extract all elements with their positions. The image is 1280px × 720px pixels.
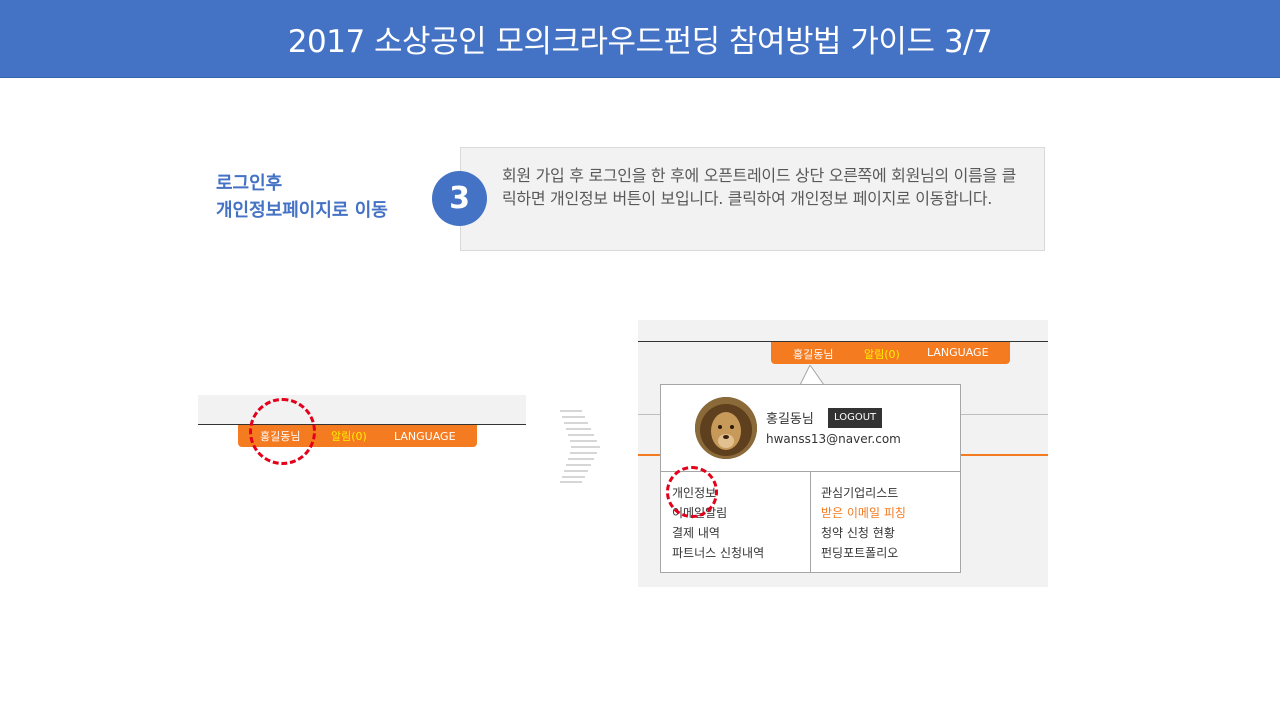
small-alarm-link[interactable]: 알림(0) — [331, 428, 367, 444]
menu-item-subscription-status[interactable]: 청약 신청 현황 — [821, 523, 906, 543]
menu-item-partners[interactable]: 파트너스 신청내역 — [672, 543, 764, 563]
alarm-link[interactable]: 알림(0) — [864, 346, 900, 362]
step-label-line1: 로그인후 — [216, 173, 283, 194]
menu-item-watchlist[interactable]: 관심기업리스트 — [821, 483, 906, 503]
chevron-right-icon — [560, 410, 600, 483]
step-label: 로그인후 개인정보페이지로 이동 — [216, 170, 436, 224]
menu-item-portfolio[interactable]: 펀딩포트폴리오 — [821, 543, 906, 563]
menu-item-email-pitching[interactable]: 받은 이메일 피칭 — [821, 503, 906, 523]
title-bar: 2017 소상공인 모의크라우드펀딩 참여방법 가이드 3/7 — [0, 0, 1280, 78]
popup-column-divider — [810, 472, 811, 573]
step-description: 회원 가입 후 로그인을 한 후에 오픈트레이드 상단 오른쪽에 회원님의 이름… — [460, 147, 1045, 251]
step-label-line2: 개인정보페이지로 이동 — [216, 200, 388, 221]
avatar — [695, 397, 757, 459]
user-name-link[interactable]: 홍길동님 — [793, 346, 833, 362]
highlight-circle-profile — [666, 466, 718, 518]
highlight-circle-user — [249, 398, 316, 465]
page-title: 2017 소상공인 모의크라우드펀딩 참여방법 가이드 3/7 — [287, 24, 993, 60]
popup-menu-right: 관심기업리스트 받은 이메일 피칭 청약 신청 현황 펀딩포트폴리오 — [821, 483, 906, 563]
user-bar: 홍길동님 알림(0) LANGUAGE — [771, 342, 1010, 364]
popup-user-email: hwanss13@naver.com — [766, 432, 901, 446]
popup-pointer — [800, 365, 825, 386]
step-number-badge: 3 — [432, 171, 487, 226]
small-language-link[interactable]: LANGUAGE — [394, 430, 456, 443]
logout-button[interactable]: LOGOUT — [828, 408, 883, 428]
menu-item-payments[interactable]: 결제 내역 — [672, 523, 764, 543]
small-site-header — [198, 395, 526, 425]
lion-avatar-icon — [695, 397, 757, 459]
popup-user-name: 홍길동님 — [766, 412, 814, 427]
language-link[interactable]: LANGUAGE — [927, 346, 989, 359]
